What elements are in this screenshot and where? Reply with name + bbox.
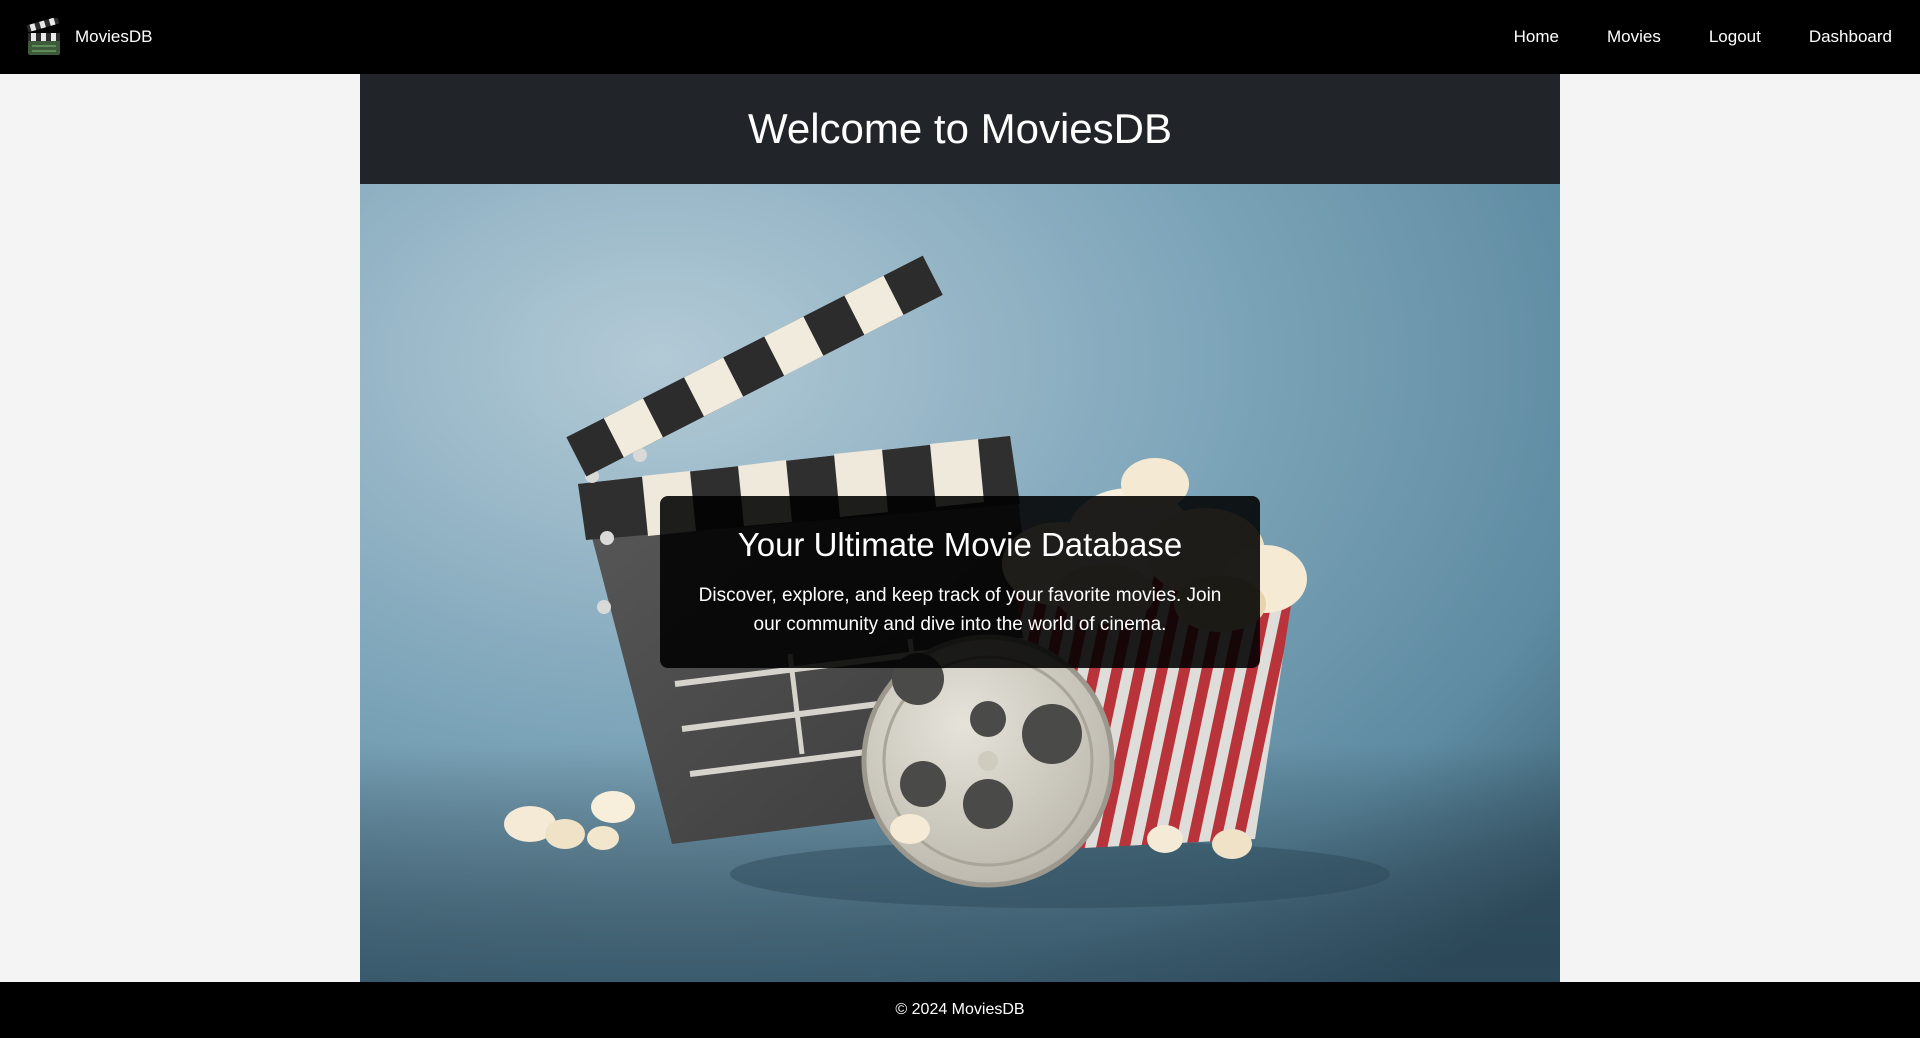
title-bar: Welcome to MoviesDB bbox=[360, 74, 1560, 184]
nav-dashboard-link[interactable]: Dashboard bbox=[1809, 27, 1892, 47]
footer: © 2024 MoviesDB bbox=[0, 982, 1920, 1038]
footer-copyright: © 2024 MoviesDB bbox=[895, 1001, 1025, 1018]
hero-card: Your Ultimate Movie Database Discover, e… bbox=[660, 496, 1260, 668]
brand-link[interactable]: MoviesDB bbox=[26, 17, 152, 57]
brand-name: MoviesDB bbox=[75, 27, 153, 46]
top-navbar: MoviesDB Home Movies Logout Dashboard bbox=[0, 0, 1920, 74]
film-reel bbox=[861, 634, 1115, 888]
hero-heading: Your Ultimate Movie Database bbox=[737, 526, 1183, 563]
clapperboard-icon bbox=[26, 18, 60, 55]
nav-links: Home Movies Logout Dashboard bbox=[1466, 0, 1892, 74]
nav-home-link[interactable]: Home bbox=[1514, 27, 1559, 47]
hero-section: Welcome to MoviesDB Your Ultimate Movie … bbox=[360, 74, 1560, 982]
page-title: Welcome to MoviesDB bbox=[747, 105, 1173, 152]
nav-logout-link[interactable]: Logout bbox=[1709, 27, 1761, 47]
hero-description: Discover, explore, and keep track of you… bbox=[698, 585, 1222, 635]
nav-movies-link[interactable]: Movies bbox=[1607, 27, 1661, 47]
